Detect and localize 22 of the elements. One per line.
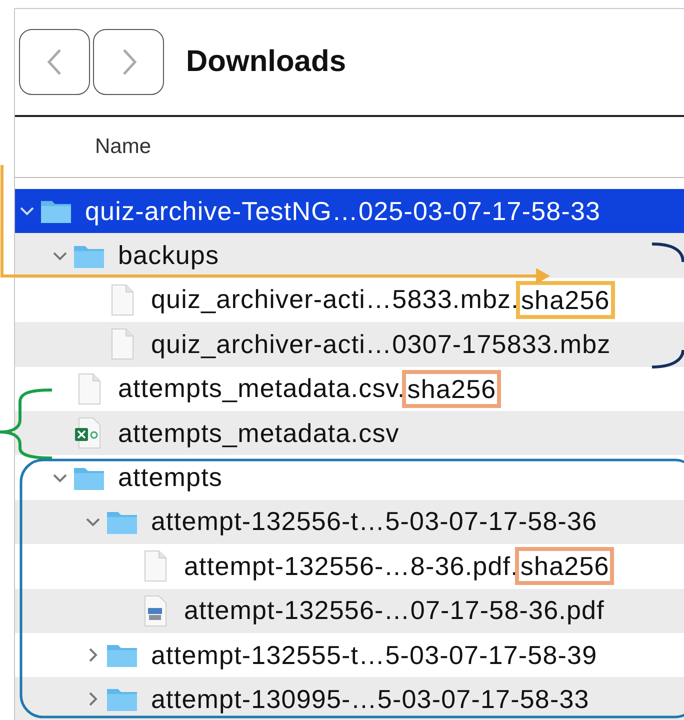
file-row[interactable]: attempt-132556-t…5-03-07-17-58-36	[15, 500, 684, 544]
file-row[interactable]: backups	[15, 233, 684, 278]
file-name: attempts_metadata.csv	[118, 418, 400, 449]
file-row[interactable]: attempt-132556-…07-17-58-36.pdf	[15, 588, 684, 633]
file-name: attempt-132556-…07-17-58-36.pdf	[184, 595, 604, 626]
column-header[interactable]: Name	[95, 135, 152, 159]
file-name: attempt-132555-t…5-03-07-17-58-39	[151, 640, 598, 671]
file-row[interactable]: attempts_metadata.csv	[15, 410, 684, 456]
file-name: quiz-archive-TestNG…025-03-07-17-58-33	[85, 196, 601, 227]
file-name: backups	[118, 240, 220, 272]
highlighted-extension: sha256	[516, 280, 615, 319]
file-row[interactable]: quiz-archive-TestNG…025-03-07-17-58-33	[15, 189, 684, 234]
highlighted-extension: sha256	[402, 370, 502, 408]
file-name: attempts	[118, 462, 223, 494]
window-title: Downloads	[186, 45, 346, 79]
file-name: quiz_archiver-acti…0307-175833.mbz	[151, 328, 611, 360]
file-row[interactable]: attempt-130995-…5-03-07-17-58-33	[15, 677, 684, 720]
file-row[interactable]: attempts_metadata.csv.sha256	[15, 366, 684, 411]
file-name: attempt-132556-t…5-03-07-17-58-36	[151, 506, 598, 538]
file-name: attempt-130995-…5-03-07-17-58-33	[151, 684, 590, 715]
highlighted-extension: sha256	[515, 547, 614, 586]
file-row[interactable]: quiz_archiver-acti…0307-175833.mbz	[15, 322, 684, 367]
